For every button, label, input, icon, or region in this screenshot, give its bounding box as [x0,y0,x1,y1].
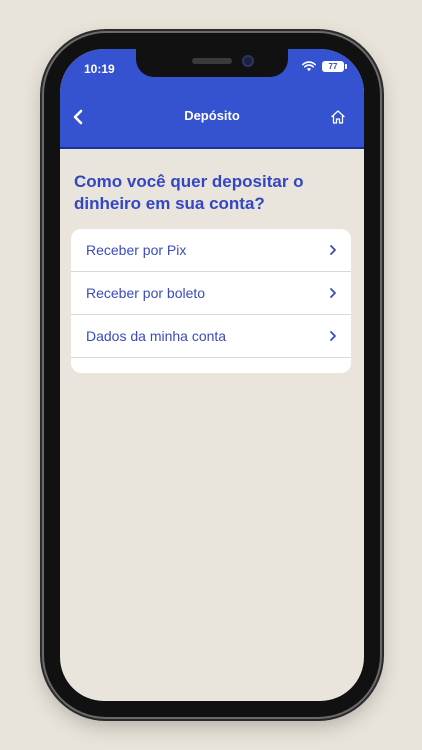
battery-level: 77 [328,62,338,71]
speaker-grille [192,58,232,64]
status-time: 10:19 [84,62,115,76]
option-boleto[interactable]: Receber por boleto [71,272,351,315]
option-pix[interactable]: Receber por Pix [71,229,351,272]
phone-frame: 10:19 77 Depósito Como você quer deposit… [44,33,380,717]
phone-screen: 10:19 77 Depósito Como você quer deposit… [60,49,364,701]
status-icons: 77 [302,61,347,72]
page-title: Depósito [184,108,240,123]
chevron-right-icon [329,244,337,256]
front-camera [242,55,254,67]
wifi-icon [302,61,316,72]
home-button[interactable] [324,103,352,131]
battery-icon: 77 [322,61,347,72]
deposit-question: Como você quer depositar o dinheiro em s… [74,172,304,213]
home-icon [331,110,345,124]
chevron-right-icon [329,287,337,299]
chevron-right-icon [329,330,337,342]
deposit-options-list: Receber por Pix Receber por boleto Dados… [71,229,351,373]
device-notch [136,49,288,77]
app-header: 10:19 77 Depósito [60,49,364,149]
option-account-details[interactable]: Dados da minha conta [71,315,351,358]
option-label: Dados da minha conta [86,328,227,344]
option-label: Receber por Pix [86,242,187,258]
option-label: Receber por boleto [86,285,206,301]
